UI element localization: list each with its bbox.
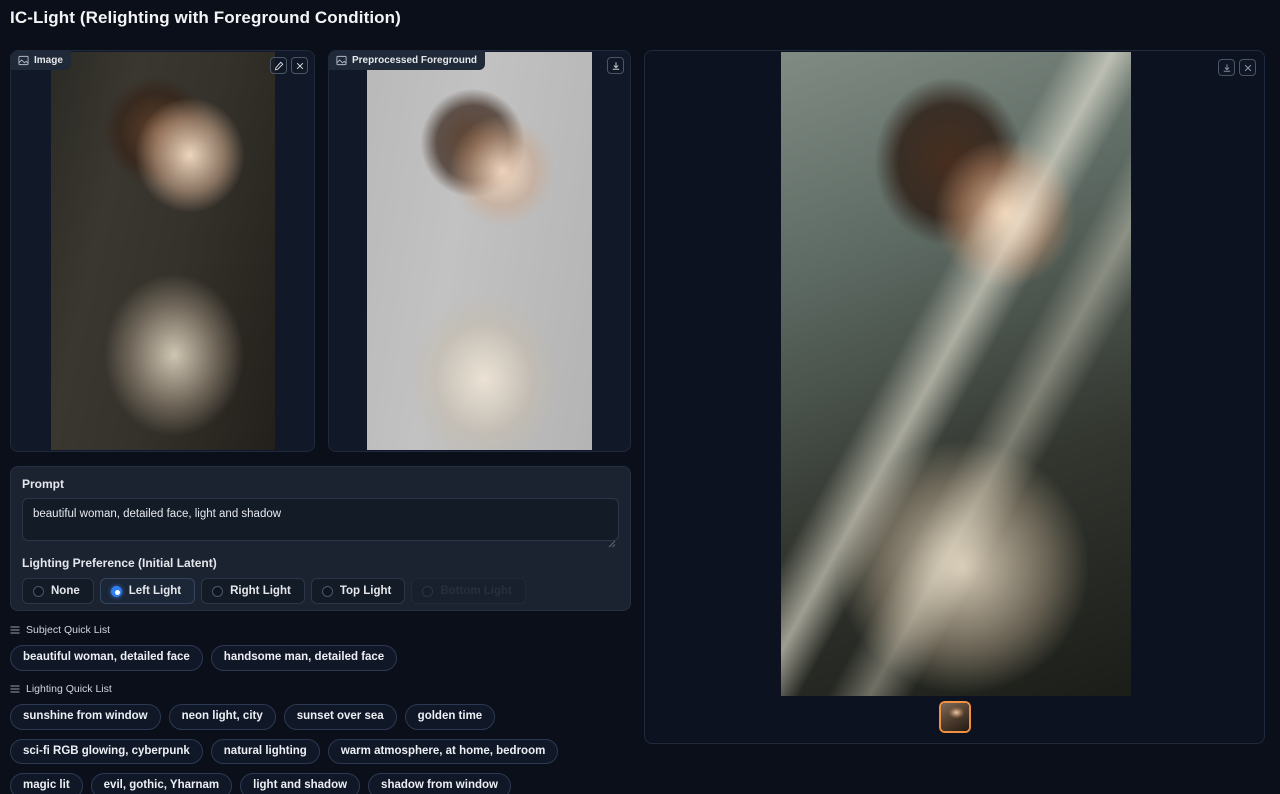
subject-quick-list-header: Subject Quick List [10, 624, 631, 636]
input-portrait-image [50, 52, 275, 450]
radio-label-none: None [51, 585, 80, 597]
preprocessed-foreground-toolbar [607, 57, 624, 74]
prompt-label: Prompt [22, 477, 64, 491]
prompt-section: Prompt [11, 467, 630, 548]
lighting-chip[interactable]: sci-fi RGB glowing, cyberpunk [10, 738, 203, 764]
edit-icon[interactable] [270, 57, 287, 74]
download-icon[interactable] [607, 57, 624, 74]
lighting-preference-radio-group: None Left Light Right Light Top Light Bo… [22, 578, 619, 604]
radio-option-left-light[interactable]: Left Light [99, 578, 196, 604]
prompt-settings-card: Prompt Lighting Preference (Initial Late… [10, 466, 631, 611]
close-icon[interactable] [1239, 59, 1256, 76]
preprocessed-foreground-label-text: Preprocessed Foreground [352, 55, 478, 66]
radio-label-right-light: Right Light [230, 585, 291, 597]
radio-label-top-light: Top Light [339, 585, 392, 597]
result-toolbar [1218, 59, 1256, 76]
result-gallery [645, 701, 1264, 733]
lighting-chip[interactable]: shadow from window [368, 773, 511, 794]
radio-dot-icon [321, 585, 333, 597]
lighting-quick-list-chips: sunshine from window neon light, city su… [10, 704, 635, 794]
image-icon [336, 55, 347, 66]
prompt-input[interactable] [22, 498, 619, 541]
input-image-label-text: Image [34, 55, 63, 66]
lighting-chip[interactable]: neon light, city [168, 704, 276, 730]
close-icon[interactable] [291, 57, 308, 74]
result-thumbnail-image [940, 703, 969, 731]
subject-chip[interactable]: handsome man, detailed face [210, 645, 398, 671]
preprocessed-foreground-canvas [330, 52, 629, 450]
lighting-preference-label: Lighting Preference (Initial Latent) [22, 556, 217, 570]
radio-label-left-light: Left Light [128, 585, 182, 597]
lighting-quick-list-header: Lighting Quick List [10, 683, 635, 695]
radio-option-right-light[interactable]: Right Light [201, 578, 305, 604]
result-portrait-image[interactable] [781, 52, 1131, 696]
radio-dot-icon [33, 585, 44, 597]
radio-dot-icon [422, 585, 434, 597]
input-image-toolbar [270, 57, 308, 74]
radio-dot-icon [110, 585, 122, 597]
lighting-chip[interactable]: light and shadow [240, 773, 361, 794]
radio-option-bottom-light[interactable]: Bottom Light [411, 578, 526, 604]
list-icon [10, 684, 20, 694]
subject-quick-list: Subject Quick List beautiful woman, deta… [10, 624, 631, 671]
lighting-chip[interactable]: evil, gothic, Yharnam [90, 773, 233, 794]
preprocessed-foreground-label-chip: Preprocessed Foreground [329, 51, 486, 70]
page-title: IC-Light (Relighting with Foreground Con… [10, 8, 401, 27]
result-thumbnail-1[interactable] [938, 701, 971, 733]
lighting-chip[interactable]: magic lit [10, 773, 83, 794]
lighting-preference-section: Lighting Preference (Initial Latent) Non… [11, 546, 630, 604]
lighting-chip[interactable]: natural lighting [210, 738, 320, 764]
input-image-label-chip: Image [11, 51, 71, 70]
preprocessed-portrait-image [367, 52, 592, 450]
subject-quick-list-title: Subject Quick List [26, 624, 111, 636]
radio-option-top-light[interactable]: Top Light [310, 578, 406, 604]
radio-dot-icon [212, 585, 224, 597]
lighting-quick-list: Lighting Quick List sunshine from window… [10, 683, 635, 794]
input-image-canvas [12, 52, 313, 450]
subject-quick-list-chips: beautiful woman, detailed face handsome … [10, 645, 631, 671]
result-image-wrapper [781, 52, 1131, 696]
lighting-chip[interactable]: sunshine from window [10, 704, 161, 730]
result-panel [644, 50, 1265, 744]
lighting-quick-list-title: Lighting Quick List [26, 683, 112, 695]
list-icon [10, 625, 20, 635]
radio-option-none[interactable]: None [22, 578, 94, 604]
lighting-chip[interactable]: golden time [404, 704, 496, 730]
subject-chip[interactable]: beautiful woman, detailed face [10, 645, 203, 671]
lighting-chip[interactable]: warm atmosphere, at home, bedroom [327, 738, 559, 764]
preprocessed-foreground-panel[interactable]: Preprocessed Foreground [328, 50, 631, 452]
lighting-chip[interactable]: sunset over sea [283, 704, 397, 730]
input-image-panel[interactable]: Image [10, 50, 315, 452]
image-icon [18, 55, 29, 66]
download-icon[interactable] [1218, 59, 1235, 76]
radio-label-bottom-light: Bottom Light [440, 585, 512, 597]
